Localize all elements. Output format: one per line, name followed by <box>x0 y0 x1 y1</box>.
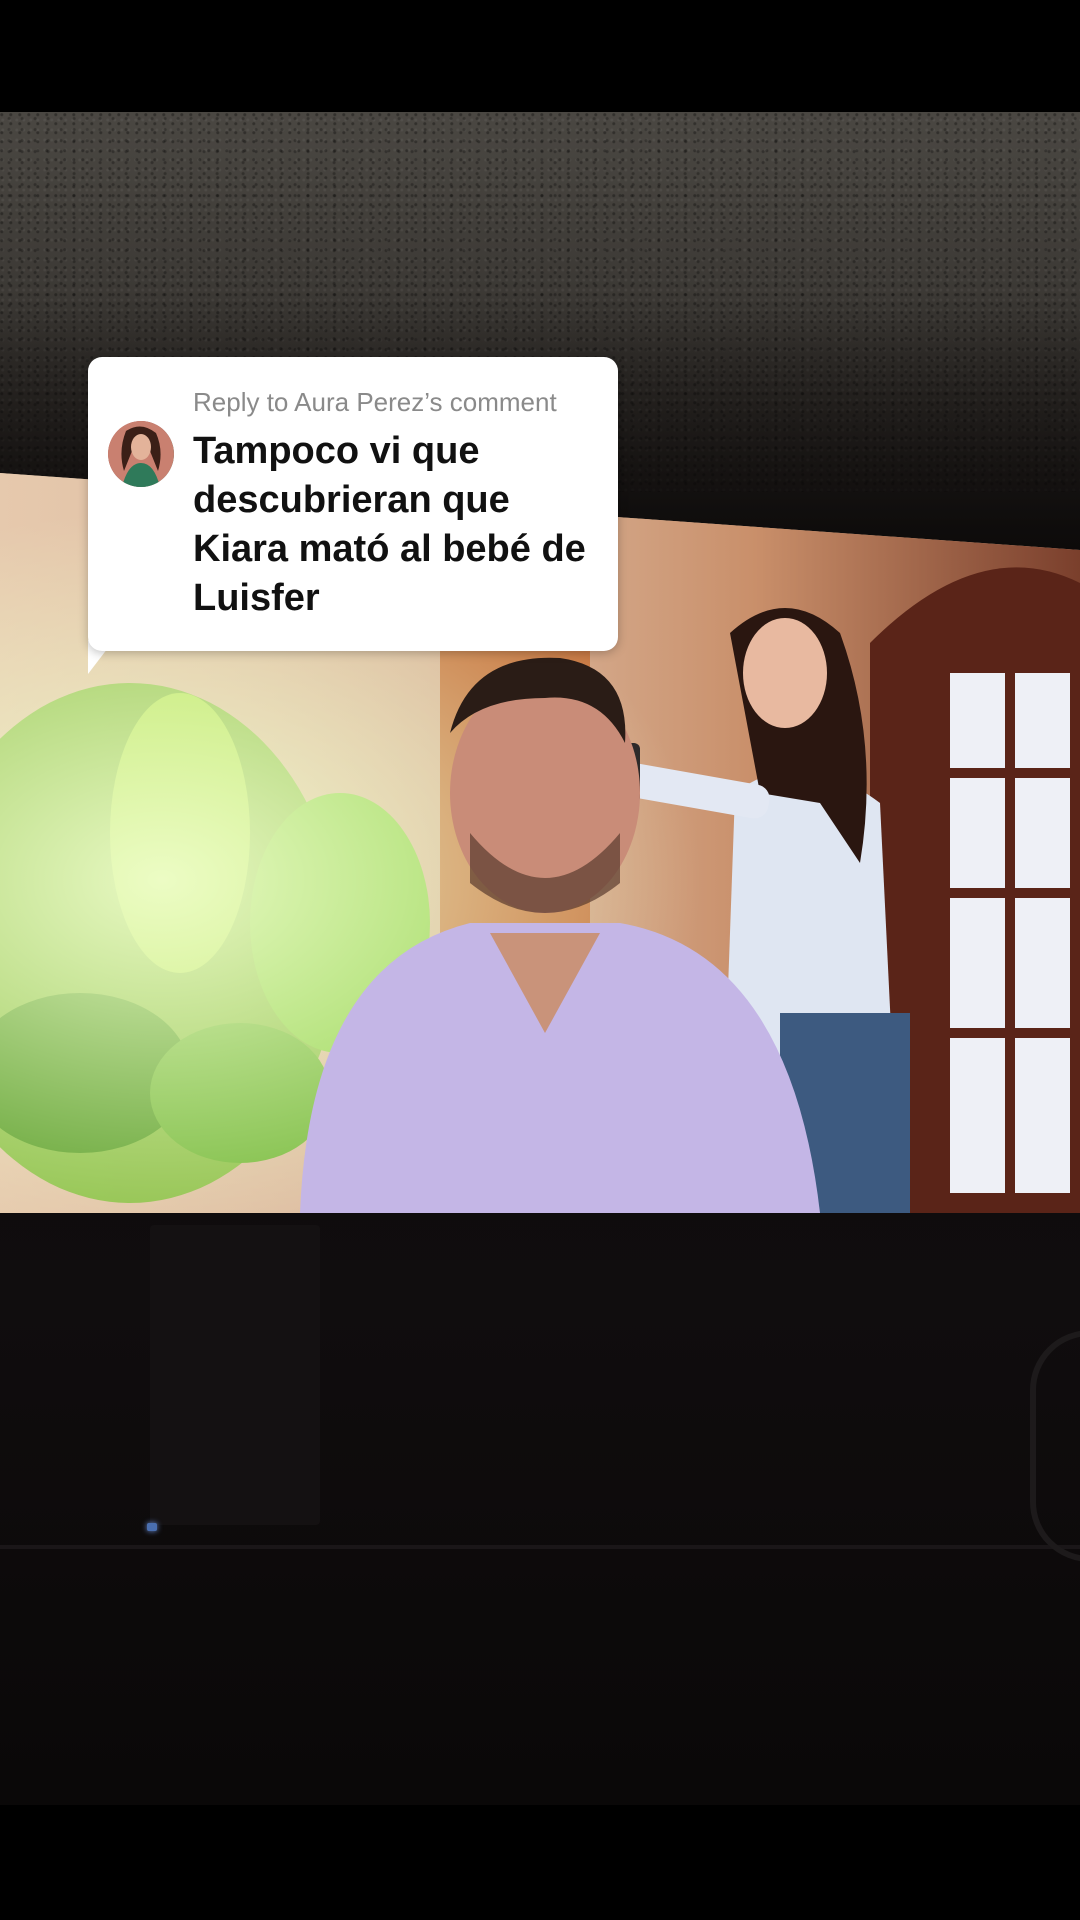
avatar-icon <box>108 421 174 487</box>
reply-comment-text: Tampoco vi que descubrieran que Kiara ma… <box>193 430 586 619</box>
reply-comment-sticker[interactable]: Reply to Aura Perez’s comment Tampoco vi… <box>88 357 618 651</box>
commenter-avatar[interactable] <box>108 421 174 487</box>
reply-header: Reply to Aura Perez’s comment <box>193 387 557 417</box>
top-letterbox <box>0 0 1080 112</box>
fan-silhouette <box>1030 1330 1080 1562</box>
tv-stand <box>150 1225 320 1525</box>
tv-power-led <box>147 1523 157 1531</box>
shelf-edge <box>0 1545 1080 1549</box>
video-stage[interactable]: Reply to Aura Perez’s comment Tampoco vi… <box>0 0 1080 1920</box>
bottom-letterbox <box>0 1805 1080 1920</box>
